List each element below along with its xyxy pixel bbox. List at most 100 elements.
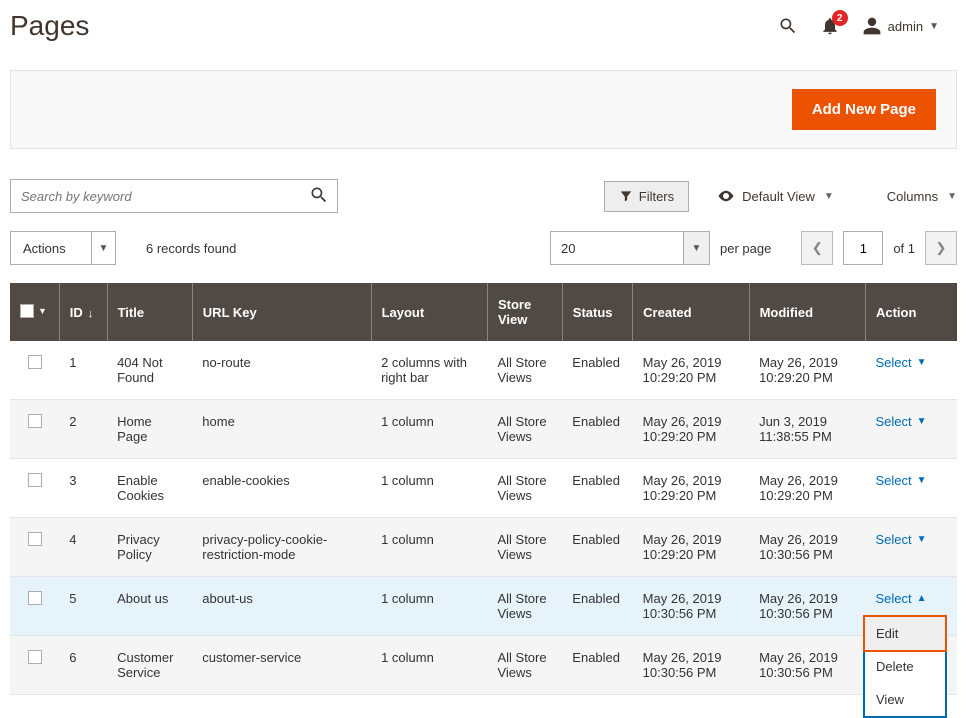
controls-row: Filters Default View ▼ Columns ▼	[10, 179, 957, 213]
default-view-control[interactable]: Default View ▼	[717, 187, 834, 205]
search-submit-icon[interactable]	[309, 185, 329, 208]
col-created[interactable]: Created	[633, 283, 749, 341]
row-action-delete[interactable]: Delete	[865, 650, 945, 683]
row-action-select[interactable]: Select ▼	[875, 414, 926, 429]
cell-url-key: about-us	[192, 577, 371, 636]
cell-url-key: enable-cookies	[192, 459, 371, 518]
row-checkbox[interactable]	[28, 650, 42, 664]
prev-page-button[interactable]: ❮	[801, 231, 833, 265]
cell-created: May 26, 2019 10:30:56 PM	[633, 577, 749, 636]
row-action-edit[interactable]: Edit	[863, 615, 947, 652]
cell-store-view: All Store Views	[487, 577, 562, 636]
table-row[interactable]: 1 404 Not Found no-route 2 columns with …	[10, 341, 957, 400]
cell-created: May 26, 2019 10:29:20 PM	[633, 459, 749, 518]
cell-action: Select ▼	[865, 400, 957, 459]
cell-created: May 26, 2019 10:29:20 PM	[633, 341, 749, 400]
user-menu[interactable]: admin ▼	[862, 16, 939, 36]
next-page-button[interactable]: ❯	[925, 231, 957, 265]
chevron-down-icon: ▼	[947, 191, 957, 202]
current-page-input[interactable]	[843, 231, 883, 265]
row-checkbox[interactable]	[28, 355, 42, 369]
search-input[interactable]	[19, 188, 309, 205]
row-action-select[interactable]: Select ▼	[875, 473, 926, 488]
cell-title: 404 Not Found	[107, 341, 192, 400]
gear-icon	[862, 187, 880, 205]
eye-icon	[717, 187, 735, 205]
row-action-select[interactable]: Select ▼	[875, 532, 926, 547]
cell-id: 5	[59, 577, 107, 636]
cell-url-key: customer-service	[192, 636, 371, 695]
row-checkbox-cell	[10, 518, 59, 577]
default-view-label: Default View	[742, 189, 815, 204]
cell-title: Enable Cookies	[107, 459, 192, 518]
row-checkbox[interactable]	[28, 414, 42, 428]
col-url-key[interactable]: URL Key	[192, 283, 371, 341]
page-header: Pages 2 admin ▼	[10, 10, 957, 60]
select-all-checkbox[interactable]	[20, 304, 34, 318]
table-row[interactable]: 6 Customer Service customer-service 1 co…	[10, 636, 957, 695]
table-row[interactable]: 2 Home Page home 1 column All Store View…	[10, 400, 957, 459]
search-box[interactable]	[10, 179, 338, 213]
bulk-actions-label: Actions	[11, 232, 91, 264]
col-status[interactable]: Status	[562, 283, 632, 341]
cell-modified: May 26, 2019 10:29:20 PM	[749, 341, 865, 400]
username: admin	[888, 19, 923, 34]
chevron-down-icon: ▼	[917, 357, 927, 368]
notification-badge: 2	[832, 10, 848, 26]
chevron-down-icon[interactable]: ▼	[91, 232, 115, 264]
search-icon[interactable]	[778, 16, 798, 36]
cell-modified: May 26, 2019 10:30:56 PM	[749, 636, 865, 695]
cell-created: May 26, 2019 10:29:20 PM	[633, 400, 749, 459]
columns-control[interactable]: Columns ▼	[862, 187, 957, 205]
cell-action: Select ▼	[865, 518, 957, 577]
col-modified[interactable]: Modified	[749, 283, 865, 341]
pages-grid: ▼ ID↓ Title URL Key Layout Store View St…	[10, 283, 957, 695]
col-id-label: ID	[70, 305, 83, 320]
col-id[interactable]: ID↓	[59, 283, 107, 341]
row-action-select[interactable]: Select ▼	[875, 355, 926, 370]
cell-layout: 1 column	[371, 459, 487, 518]
add-new-page-button[interactable]: Add New Page	[792, 89, 936, 130]
row-checkbox[interactable]	[28, 532, 42, 546]
col-store-view[interactable]: Store View	[487, 283, 562, 341]
col-title[interactable]: Title	[107, 283, 192, 341]
bulk-actions-select[interactable]: Actions ▼	[10, 231, 116, 265]
table-row[interactable]: 3 Enable Cookies enable-cookies 1 column…	[10, 459, 957, 518]
row-checkbox[interactable]	[28, 591, 42, 605]
row-action-select[interactable]: Select ▲	[875, 591, 926, 606]
cell-status: Enabled	[562, 518, 632, 577]
filters-button[interactable]: Filters	[604, 181, 689, 212]
cell-store-view: All Store Views	[487, 459, 562, 518]
funnel-icon	[619, 189, 633, 203]
table-row[interactable]: 5 About us about-us 1 column All Store V…	[10, 577, 957, 636]
cell-created: May 26, 2019 10:30:56 PM	[633, 636, 749, 695]
cell-url-key: privacy-policy-cookie-restriction-mode	[192, 518, 371, 577]
cell-store-view: All Store Views	[487, 518, 562, 577]
page-size-select[interactable]: 20 ▼	[550, 231, 710, 265]
chevron-down-icon: ▼	[917, 475, 927, 486]
row-action-view[interactable]: View	[865, 683, 945, 716]
cell-action: Select ▲ Edit Delete View	[865, 577, 957, 636]
chevron-down-icon: ▼	[929, 21, 939, 32]
cell-store-view: All Store Views	[487, 400, 562, 459]
cell-store-view: All Store Views	[487, 636, 562, 695]
cell-title: Home Page	[107, 400, 192, 459]
cell-created: May 26, 2019 10:29:20 PM	[633, 518, 749, 577]
chevron-down-icon[interactable]: ▼	[38, 306, 47, 316]
pager: 20 ▼ per page ❮ of 1 ❯	[550, 231, 957, 265]
cell-id: 4	[59, 518, 107, 577]
row-checkbox[interactable]	[28, 473, 42, 487]
page-size-value: 20	[551, 232, 683, 264]
col-checkbox[interactable]: ▼	[10, 283, 59, 341]
col-layout[interactable]: Layout	[371, 283, 487, 341]
columns-label: Columns	[887, 189, 938, 204]
notifications-icon[interactable]: 2	[820, 16, 840, 36]
per-page-label: per page	[720, 241, 771, 256]
cell-id: 2	[59, 400, 107, 459]
cell-store-view: All Store Views	[487, 341, 562, 400]
cell-layout: 2 columns with right bar	[371, 341, 487, 400]
table-row[interactable]: 4 Privacy Policy privacy-policy-cookie-r…	[10, 518, 957, 577]
row-checkbox-cell	[10, 400, 59, 459]
chevron-down-icon[interactable]: ▼	[683, 232, 709, 264]
records-found: 6 records found	[146, 241, 236, 256]
